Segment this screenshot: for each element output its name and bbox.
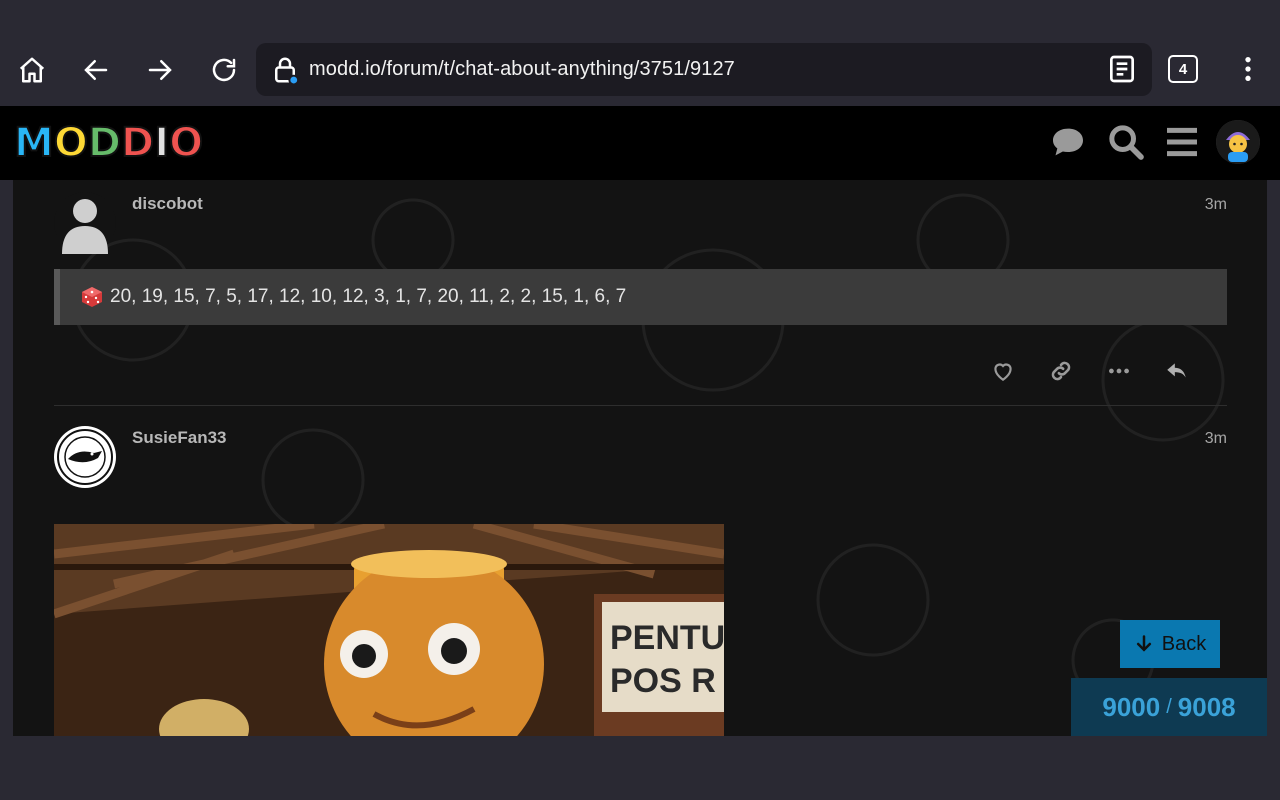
tabs-icon[interactable]: 4 bbox=[1168, 55, 1198, 83]
susiefan33-avatar[interactable] bbox=[54, 426, 116, 488]
home-icon[interactable] bbox=[8, 46, 56, 94]
progress-separator: / bbox=[1166, 695, 1172, 718]
search-icon[interactable] bbox=[1106, 122, 1146, 162]
user-avatar[interactable] bbox=[1216, 120, 1260, 164]
reload-icon[interactable] bbox=[200, 46, 248, 94]
forward-arrow-icon[interactable] bbox=[136, 46, 184, 94]
post-username[interactable]: SusieFan33 bbox=[132, 428, 227, 448]
like-icon[interactable] bbox=[987, 355, 1019, 387]
post-username[interactable]: discobot bbox=[132, 194, 203, 214]
post-time[interactable]: 3m bbox=[1205, 430, 1227, 448]
logo-letter: M bbox=[13, 119, 55, 167]
browser-bottom-bar bbox=[0, 736, 1280, 800]
logo-letter: D bbox=[120, 119, 155, 167]
dice-roll-results: 20, 19, 15, 7, 5, 17, 12, 10, 12, 3, 1, … bbox=[110, 286, 627, 307]
browser-toolbar: modd.io/forum/t/chat-about-anything/3751… bbox=[0, 0, 1280, 106]
back-arrow-icon[interactable] bbox=[72, 46, 120, 94]
sign-text-line2: POS R bbox=[610, 662, 716, 700]
dice-icon bbox=[82, 287, 102, 307]
more-options-icon[interactable] bbox=[1103, 355, 1135, 387]
link-icon[interactable] bbox=[1045, 355, 1077, 387]
overflow-menu-icon[interactable] bbox=[1232, 52, 1264, 86]
logo-letter: I bbox=[153, 119, 170, 167]
back-button-label: Back bbox=[1161, 632, 1207, 655]
reader-mode-icon[interactable] bbox=[1106, 53, 1138, 85]
post-time[interactable]: 3m bbox=[1205, 196, 1227, 214]
discobot-avatar[interactable] bbox=[54, 192, 116, 254]
dice-roll-quote: 20, 19, 15, 7, 5, 17, 12, 10, 12, 3, 1, … bbox=[54, 269, 1227, 325]
total-post-count: 9008 bbox=[1177, 691, 1236, 722]
lock-icon[interactable] bbox=[270, 55, 300, 85]
topic-stream: discobot 3m 20, 19, 15, 7, 5, 17, 12, 10… bbox=[13, 180, 1267, 736]
reply-icon[interactable] bbox=[1161, 355, 1193, 387]
logo-letter: O bbox=[53, 119, 89, 167]
modd-logo[interactable]: M O D D I O bbox=[13, 119, 204, 167]
arrow-down-icon bbox=[1136, 635, 1151, 652]
site-header: M O D D I O bbox=[0, 106, 1280, 180]
logo-letter: D bbox=[87, 119, 122, 167]
sign-text-line1: PENTU bbox=[610, 619, 724, 657]
post-actions bbox=[987, 355, 1227, 387]
current-post-number: 9000 bbox=[1102, 691, 1161, 722]
url-text: modd.io/forum/t/chat-about-anything/3751… bbox=[309, 58, 735, 80]
hamburger-icon[interactable] bbox=[1162, 122, 1202, 162]
back-button[interactable]: Back bbox=[1120, 620, 1220, 668]
logo-letter: O bbox=[168, 119, 204, 167]
post-image[interactable]: PENTU POS R bbox=[54, 524, 724, 736]
post-divider bbox=[54, 405, 1227, 406]
post-discobot: discobot 3m 20, 19, 15, 7, 5, 17, 12, 10… bbox=[54, 192, 1227, 406]
chat-icon[interactable] bbox=[1048, 122, 1088, 162]
post-progress-indicator[interactable]: 9000 / 9008 bbox=[1071, 678, 1267, 736]
address-bar[interactable]: modd.io/forum/t/chat-about-anything/3751… bbox=[256, 43, 1152, 96]
